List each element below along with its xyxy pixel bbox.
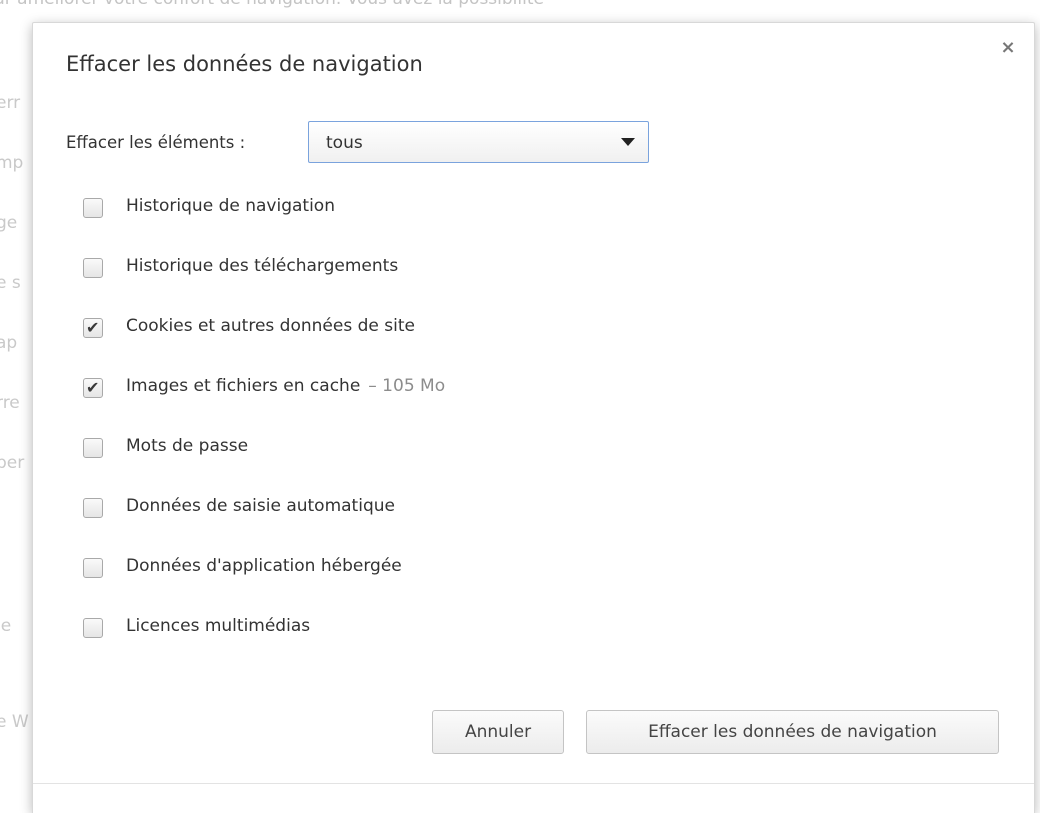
checkbox[interactable]: ✔ (83, 198, 103, 218)
option-label-text: Images et fichiers en cache (126, 376, 361, 396)
dialog-footer-divider (33, 783, 1034, 784)
option-label: Historique de navigation (126, 196, 335, 216)
option-label: Licences multimédias (126, 616, 311, 636)
clear-data-button[interactable]: Effacer les données de navigation (586, 710, 999, 754)
background-fragment: mp (0, 153, 24, 173)
background-fragment: ap (0, 333, 18, 353)
option-label: Images et fichiers en cache – 105 Mo (126, 376, 445, 396)
period-selected-value: tous (326, 133, 363, 153)
cache-size: – 105 Mo (368, 376, 446, 396)
close-icon[interactable]: × (997, 37, 1019, 59)
checkmark-icon: ✔ (86, 318, 100, 337)
period-label: Effacer les éléments : (66, 133, 246, 152)
checkbox[interactable]: ✔ (83, 618, 103, 638)
background-fragment: per (0, 453, 25, 473)
checkbox[interactable]: ✔ (83, 258, 103, 278)
background-fragment: ge (0, 213, 18, 233)
background-text: ur améliorer votre confort de navigation… (0, 0, 544, 9)
background-fragment: le (0, 616, 12, 636)
checkbox[interactable]: ✔ (83, 378, 103, 398)
option-label: Cookies et autres données de site (126, 316, 415, 336)
dialog-title: Effacer les données de navigation (66, 52, 423, 76)
chevron-down-icon (621, 138, 635, 146)
background-fragment: e s (0, 273, 21, 293)
option-label: Historique des téléchargements (126, 256, 399, 276)
checkbox[interactable]: ✔ (83, 498, 103, 518)
background-fragment: err (0, 93, 21, 113)
background-fragment: rre (0, 393, 20, 413)
checkbox[interactable]: ✔ (83, 558, 103, 578)
clear-browsing-data-dialog: × Effacer les données de navigation Effa… (32, 22, 1035, 813)
cancel-button[interactable]: Annuler (432, 710, 564, 754)
checkbox[interactable]: ✔ (83, 318, 103, 338)
option-label: Mots de passe (126, 436, 249, 456)
period-select[interactable]: tous (308, 121, 649, 163)
option-label: Données de saisie automatique (126, 496, 395, 516)
checkbox[interactable]: ✔ (83, 438, 103, 458)
option-label: Données d'application hébergée (126, 556, 402, 576)
checkmark-icon: ✔ (86, 378, 100, 397)
background-fragment: e W (0, 712, 29, 732)
